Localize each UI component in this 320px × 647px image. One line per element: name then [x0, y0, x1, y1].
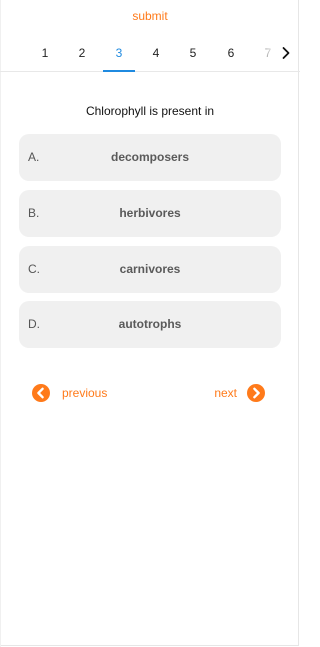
question-tabs: 1 2 3 4 5 6 7 [0, 36, 300, 72]
tab-question-5[interactable]: 5 [177, 36, 209, 71]
previous-button[interactable]: previous [32, 383, 107, 403]
tab-question-4[interactable]: 4 [140, 36, 172, 71]
tab-question-6[interactable]: 6 [215, 36, 247, 71]
submit-button[interactable]: submit [0, 9, 300, 23]
option-label: carnivores [119, 262, 181, 276]
tab-question-1[interactable]: 1 [29, 36, 61, 71]
next-label: next [214, 386, 237, 400]
chevron-right-circle-icon [247, 384, 265, 402]
page-edge [0, 0, 1, 647]
option-label: decomposers [110, 150, 190, 164]
option-label: herbivores [119, 206, 181, 220]
option-a[interactable]: A. decomposers [19, 134, 281, 181]
tab-overflow-fade [254, 36, 278, 71]
next-button[interactable]: next [214, 383, 265, 403]
tab-question-2[interactable]: 2 [66, 36, 98, 71]
option-label: autotrophs [118, 317, 182, 331]
option-c[interactable]: C. carnivores [19, 246, 281, 293]
tab-question-3[interactable]: 3 [103, 36, 135, 72]
question-text: Chlorophyll is present in [85, 104, 215, 118]
chevron-right-icon[interactable] [278, 45, 294, 61]
option-b[interactable]: B. herbivores [19, 190, 281, 237]
chevron-left-circle-icon [32, 384, 50, 402]
previous-label: previous [62, 386, 108, 400]
option-d[interactable]: D. autotrophs [19, 301, 281, 348]
